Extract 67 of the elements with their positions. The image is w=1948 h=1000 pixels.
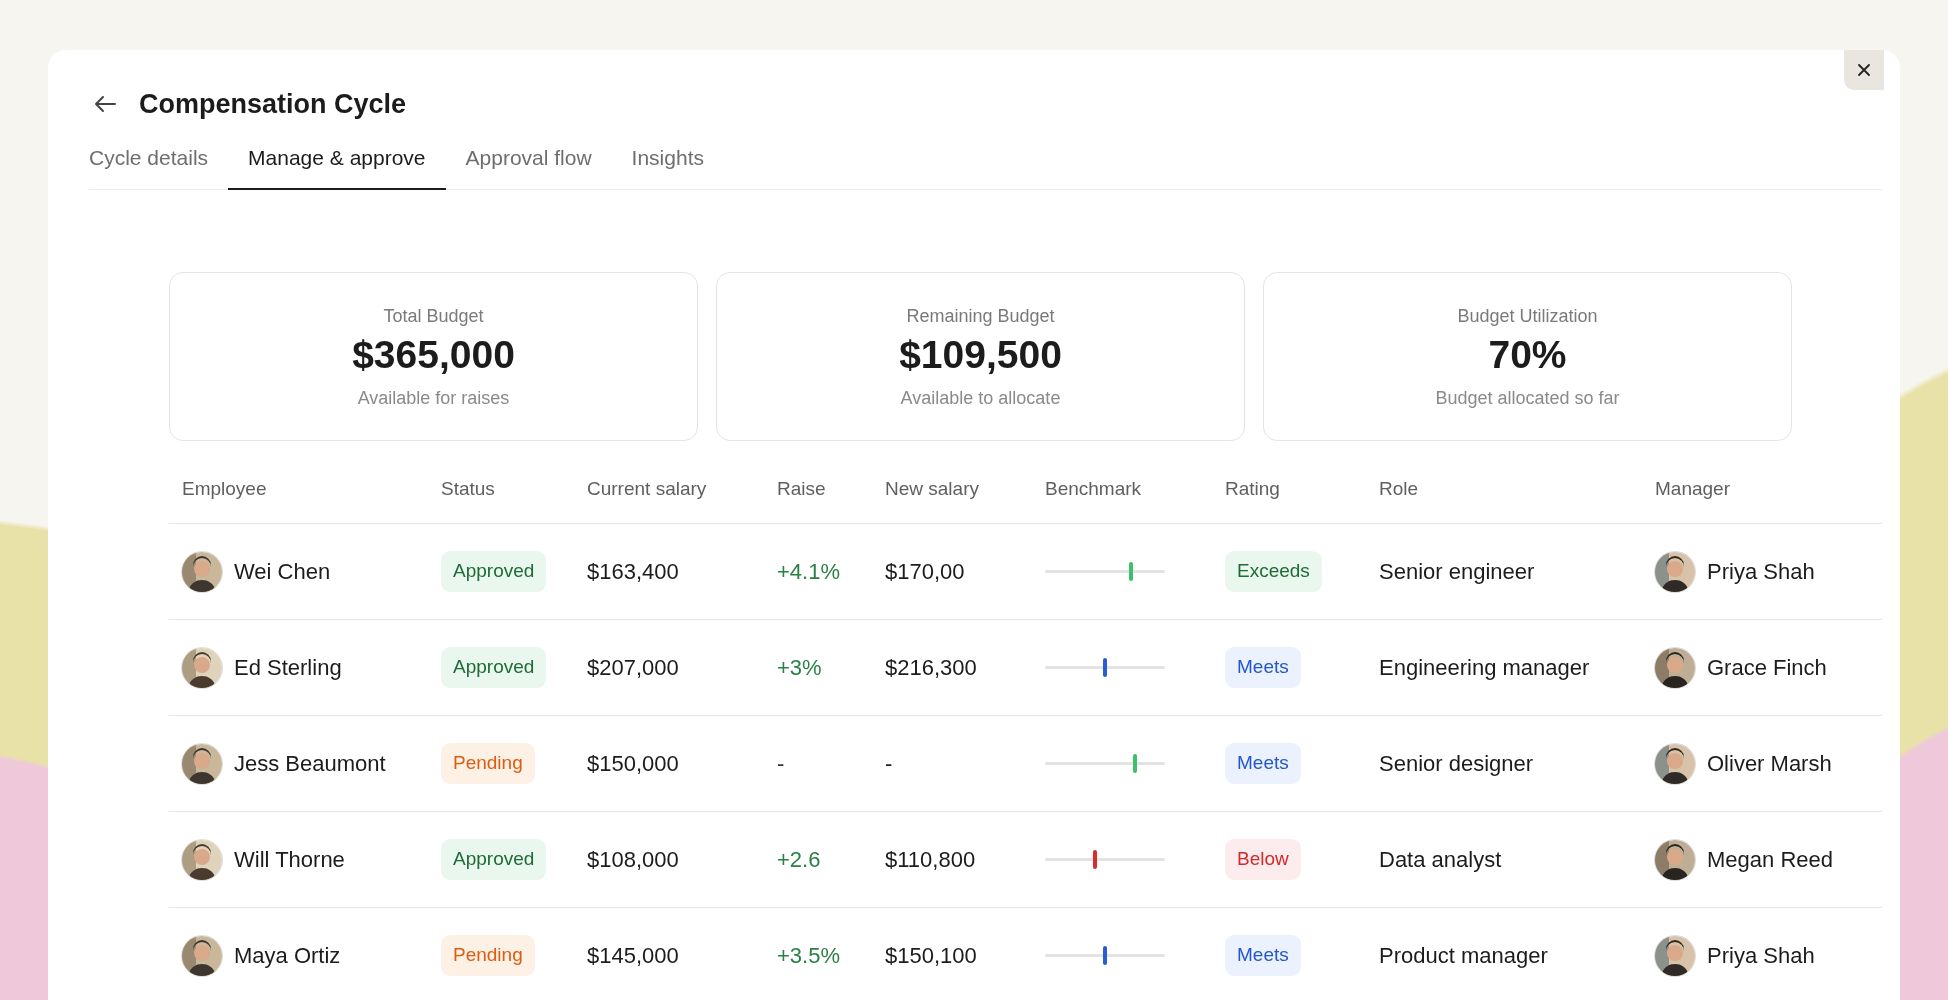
table-cell-text: - <box>776 750 786 779</box>
table-cell-text: $216,300 <box>884 654 978 683</box>
column-header: Benchmark <box>1044 476 1143 501</box>
manager-name: Priya Shah <box>1707 558 1815 587</box>
card-caption: Budget allocated so far <box>1434 386 1621 410</box>
card-label: Remaining Budget <box>905 304 1056 328</box>
table-cell-text: Senior designer <box>1378 750 1535 779</box>
table-cell-text: +3% <box>776 654 823 683</box>
table-cell-text: $170,00 <box>884 558 966 587</box>
table-cell-text: $145,000 <box>586 942 680 971</box>
close-button[interactable] <box>1844 50 1884 90</box>
card-value: $365,000 <box>351 331 516 378</box>
employee-name: Ed Sterling <box>234 654 342 683</box>
employee-name: Maya Ortiz <box>234 942 341 971</box>
close-icon <box>1856 62 1872 78</box>
card-caption: Available for raises <box>356 386 511 410</box>
manager-name: Megan Reed <box>1707 846 1833 875</box>
status-badge: Approved <box>441 839 547 880</box>
card-label: Total Budget <box>382 304 485 328</box>
employee-name: Wei Chen <box>234 558 331 587</box>
column-header: Current salary <box>586 476 708 501</box>
card-label: Budget Utilization <box>1456 304 1599 328</box>
tab[interactable]: Approval flow <box>445 142 612 190</box>
column-header: New salary <box>884 476 980 501</box>
column-header: Employee <box>181 476 268 501</box>
tab[interactable]: Manage & approve <box>228 142 446 190</box>
card-caption: Available to allocate <box>899 386 1062 410</box>
table-cell-text: Engineering manager <box>1378 654 1591 683</box>
column-header: Manager <box>1654 476 1731 501</box>
rating-badge: Below <box>1225 839 1301 880</box>
table-cell-text: Product manager <box>1378 942 1549 971</box>
card-value: $109,500 <box>898 331 1063 378</box>
card-value: 70% <box>1487 331 1568 378</box>
table-cell-text: +2.6 <box>776 846 822 875</box>
table-cell-text: - <box>884 750 894 779</box>
column-header: Status <box>440 476 496 501</box>
tab[interactable]: Insights <box>611 142 724 190</box>
status-badge: Pending <box>441 935 535 976</box>
dialog-title: Compensation Cycle <box>139 88 407 121</box>
table-cell-text: Data analyst <box>1378 846 1503 875</box>
tab[interactable]: Cycle details <box>89 142 229 190</box>
status-badge: Pending <box>441 743 535 784</box>
column-header: Raise <box>776 476 827 501</box>
table-cell-text: +3.5% <box>776 942 841 971</box>
table-cell-text: Senior engineer <box>1378 558 1536 587</box>
table-cell-text: $207,000 <box>586 654 680 683</box>
manager-name: Priya Shah <box>1707 942 1815 971</box>
rating-badge: Meets <box>1225 743 1301 784</box>
table-cell-text: $110,800 <box>884 846 977 875</box>
back-arrow-icon <box>93 95 117 114</box>
employee-name: Jess Beaumont <box>234 750 386 779</box>
rating-badge: Exceeds <box>1225 551 1322 592</box>
status-badge: Approved <box>441 551 547 592</box>
manager-name: Grace Finch <box>1707 654 1827 683</box>
table-cell-text: +4.1% <box>776 558 841 587</box>
table-cell-text: $108,000 <box>586 846 680 875</box>
table-cell-text: $150,100 <box>884 942 978 971</box>
employee-name: Will Thorne <box>234 846 345 875</box>
column-header: Rating <box>1224 476 1281 501</box>
manager-name: Oliver Marsh <box>1707 750 1832 779</box>
table-cell-text: $163,400 <box>586 558 680 587</box>
status-badge: Approved <box>441 647 547 688</box>
rating-badge: Meets <box>1225 647 1301 688</box>
column-header: Role <box>1378 476 1420 501</box>
table-cell-text: $150,000 <box>586 750 680 779</box>
back-button[interactable] <box>93 95 117 114</box>
rating-badge: Meets <box>1225 935 1301 976</box>
